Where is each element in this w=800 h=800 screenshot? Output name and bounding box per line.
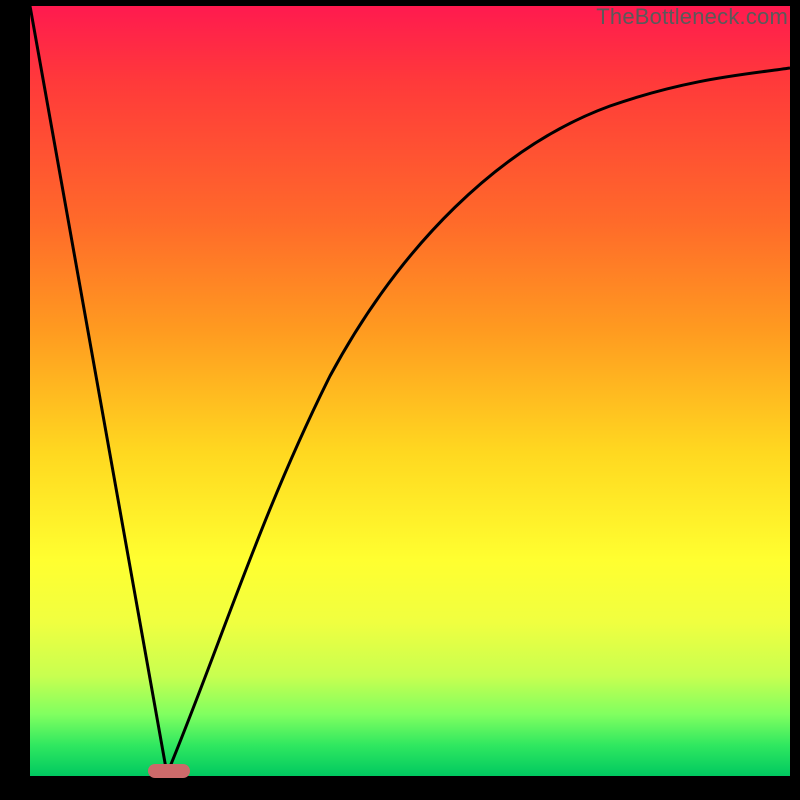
bottleneck-curve [30, 6, 790, 776]
curve-right-branch [167, 68, 790, 774]
plot-area [30, 6, 790, 776]
watermark-text: TheBottleneck.com [596, 4, 788, 30]
optimum-marker [148, 764, 190, 778]
curve-left-branch [30, 6, 167, 774]
chart-frame: TheBottleneck.com [0, 0, 800, 800]
